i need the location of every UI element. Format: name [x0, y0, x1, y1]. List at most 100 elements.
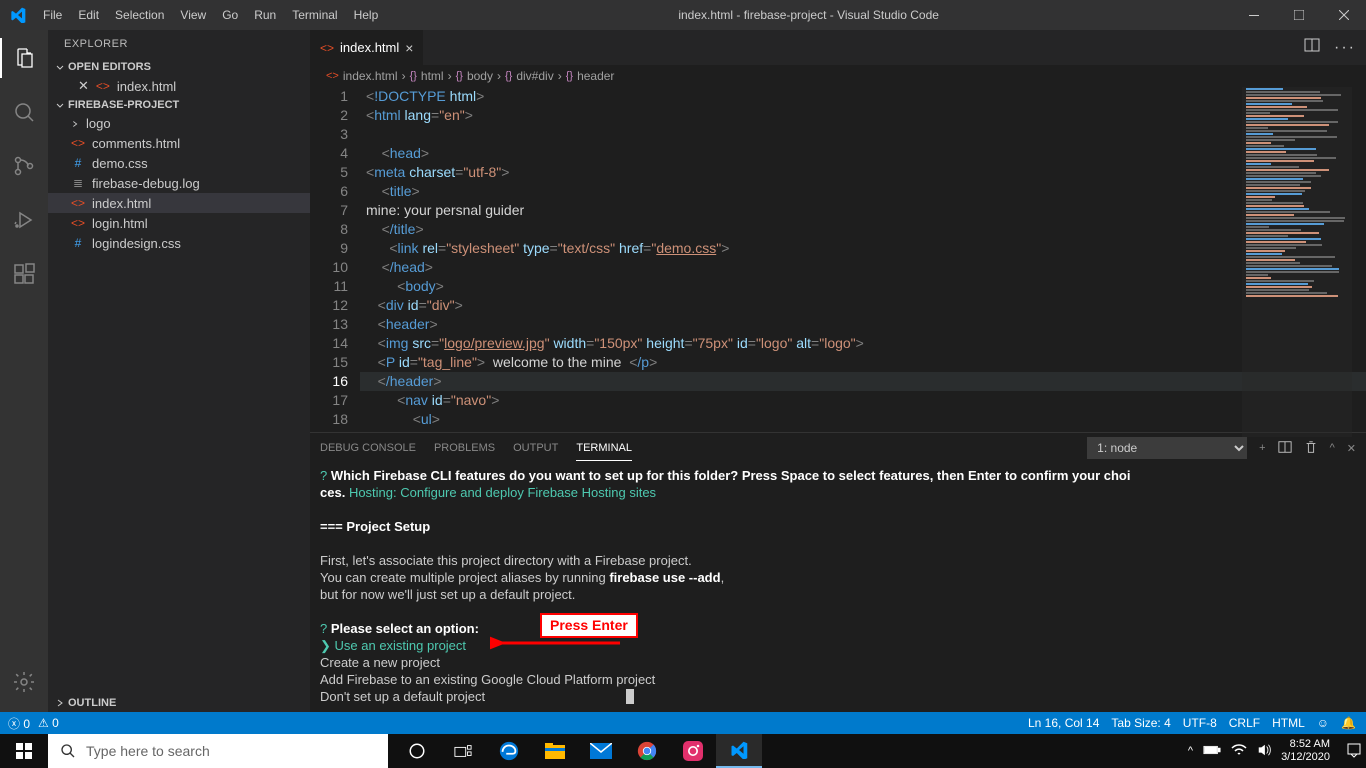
editor-tabs: <> index.html × ···: [310, 30, 1366, 65]
file-comments[interactable]: <>comments.html: [48, 133, 310, 153]
code-editor[interactable]: 123456789101112131415161718 <!DOCTYPE ht…: [310, 87, 1366, 432]
mail-icon[interactable]: [578, 734, 624, 768]
html-file-icon: <>: [70, 215, 86, 231]
split-terminal-icon[interactable]: [1278, 434, 1292, 463]
status-tabsize[interactable]: Tab Size: 4: [1111, 716, 1170, 730]
maximize-panel-icon[interactable]: ^: [1330, 436, 1335, 460]
title-bar: File Edit Selection View Go Run Terminal…: [0, 0, 1366, 30]
extensions-icon[interactable]: [0, 254, 48, 294]
sidebar: EXPLORER OPEN EDITORS ✕ <> index.html FI…: [48, 30, 310, 712]
outline-header[interactable]: OUTLINE: [48, 694, 310, 712]
file-logindesign-css[interactable]: #logindesign.css: [48, 233, 310, 253]
taskbar-search[interactable]: Type here to search: [48, 734, 388, 768]
status-cursor[interactable]: Ln 16, Col 14: [1028, 716, 1099, 730]
taskbar-clock[interactable]: 8:52 AM 3/12/2020: [1281, 738, 1336, 764]
activity-bar: [0, 30, 48, 712]
maximize-button[interactable]: [1276, 0, 1321, 30]
more-actions-icon[interactable]: ···: [1334, 39, 1356, 57]
file-index-html[interactable]: <>index.html: [48, 193, 310, 213]
terminal-output[interactable]: ? Which Firebase CLI features do you wan…: [310, 463, 1366, 712]
tray-expand-icon[interactable]: ^: [1188, 745, 1193, 757]
menu-view[interactable]: View: [172, 8, 214, 22]
start-button[interactable]: [0, 734, 48, 768]
crumb-file[interactable]: <>index.html: [326, 69, 398, 83]
css-file-icon: #: [70, 235, 86, 251]
cortana-icon[interactable]: [394, 734, 440, 768]
windows-taskbar: Type here to search ^ 8:52 AM 3/12/2020: [0, 734, 1366, 768]
tab-terminal[interactable]: TERMINAL: [576, 436, 632, 461]
close-icon[interactable]: ✕: [78, 78, 89, 94]
status-language[interactable]: HTML: [1272, 716, 1305, 730]
chrome-icon[interactable]: [624, 734, 670, 768]
status-encoding[interactable]: UTF-8: [1183, 716, 1217, 730]
menu-bar: File Edit Selection View Go Run Terminal…: [35, 8, 386, 22]
code-content[interactable]: <!DOCTYPE html><html lang="en"> <head><m…: [360, 87, 1366, 432]
file-firebase-log[interactable]: ≣firebase-debug.log: [48, 173, 310, 193]
vscode-taskbar-icon[interactable]: [716, 734, 762, 768]
menu-selection[interactable]: Selection: [107, 8, 172, 22]
status-bar: ⓧ 0 ⚠ 0 Ln 16, Col 14 Tab Size: 4 UTF-8 …: [0, 712, 1366, 734]
debug-icon[interactable]: [0, 200, 48, 240]
status-errors[interactable]: ⓧ 0: [8, 715, 30, 732]
menu-run[interactable]: Run: [246, 8, 284, 22]
css-file-icon: #: [70, 155, 86, 171]
file-label[interactable]: index.html: [117, 79, 176, 94]
html-file-icon: <>: [70, 135, 86, 151]
split-editor-icon[interactable]: [1304, 37, 1320, 58]
settings-icon[interactable]: [0, 662, 48, 702]
status-feedback-icon[interactable]: ☺: [1317, 716, 1329, 730]
vscode-icon: [0, 0, 35, 30]
file-login-html[interactable]: <>login.html: [48, 213, 310, 233]
explorer-icon[interactable]: [0, 38, 48, 78]
volume-icon[interactable]: [1257, 743, 1271, 760]
wifi-icon[interactable]: [1231, 744, 1247, 759]
terminal-dropdown[interactable]: 1: node: [1087, 437, 1247, 459]
panel-tabs: DEBUG CONSOLE PROBLEMS OUTPUT TERMINAL 1…: [310, 433, 1366, 463]
crumb-div[interactable]: {}div#div: [505, 69, 554, 83]
status-eol[interactable]: CRLF: [1229, 716, 1260, 730]
notifications-icon[interactable]: [1346, 742, 1362, 761]
tab-close-icon[interactable]: ×: [405, 40, 413, 56]
tab-problems[interactable]: PROBLEMS: [434, 436, 495, 460]
close-panel-icon[interactable]: ✕: [1347, 436, 1356, 461]
breadcrumbs: <>index.html › {}html › {}body › {}div#d…: [310, 65, 1366, 87]
crumb-html[interactable]: {}html: [410, 69, 444, 83]
editor-area: <> index.html × ··· <>index.html › {}htm…: [310, 30, 1366, 712]
tab-debug-console[interactable]: DEBUG CONSOLE: [320, 436, 416, 460]
log-file-icon: ≣: [70, 175, 86, 191]
bottom-panel: DEBUG CONSOLE PROBLEMS OUTPUT TERMINAL 1…: [310, 432, 1366, 712]
menu-terminal[interactable]: Terminal: [284, 8, 345, 22]
search-icon[interactable]: [0, 92, 48, 132]
html-file-icon: <>: [70, 195, 86, 211]
project-header[interactable]: FIREBASE-PROJECT: [48, 96, 310, 114]
minimize-button[interactable]: [1231, 0, 1276, 30]
new-terminal-icon[interactable]: +: [1259, 436, 1265, 460]
task-view-icon[interactable]: [440, 734, 486, 768]
html-file-icon: <>: [320, 41, 334, 55]
status-warnings[interactable]: ⚠ 0: [38, 716, 59, 730]
edge-icon[interactable]: [486, 734, 532, 768]
open-editors-header[interactable]: OPEN EDITORS: [48, 58, 310, 76]
open-editor-item: ✕ <> index.html: [48, 76, 310, 96]
file-explorer-icon[interactable]: [532, 734, 578, 768]
status-bell-icon[interactable]: 🔔: [1341, 716, 1356, 730]
folder-logo[interactable]: logo: [48, 114, 310, 133]
source-control-icon[interactable]: [0, 146, 48, 186]
crumb-header[interactable]: {}header: [566, 69, 615, 83]
file-demo-css[interactable]: #demo.css: [48, 153, 310, 173]
instagram-icon[interactable]: [670, 734, 716, 768]
close-button[interactable]: [1321, 0, 1366, 30]
annotation-press-enter: Press Enter: [540, 613, 638, 638]
window-title: index.html - firebase-project - Visual S…: [386, 8, 1231, 22]
search-placeholder: Type here to search: [86, 743, 210, 759]
menu-edit[interactable]: Edit: [70, 8, 107, 22]
crumb-body[interactable]: {}body: [456, 69, 493, 83]
battery-icon[interactable]: [1203, 745, 1221, 758]
html-file-icon: <>: [95, 78, 111, 94]
menu-help[interactable]: Help: [346, 8, 387, 22]
kill-terminal-icon[interactable]: [1304, 434, 1318, 463]
tab-index-html[interactable]: <> index.html ×: [310, 30, 424, 65]
menu-file[interactable]: File: [35, 8, 70, 22]
tab-output[interactable]: OUTPUT: [513, 436, 558, 460]
menu-go[interactable]: Go: [214, 8, 246, 22]
